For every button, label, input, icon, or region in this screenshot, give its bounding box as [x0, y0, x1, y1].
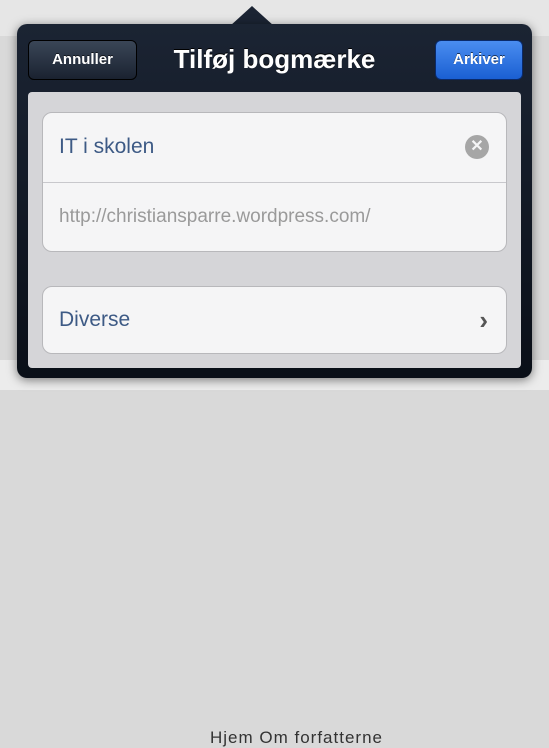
bookmark-folder-row[interactable]: Diverse › [43, 287, 506, 353]
popover-content: IT i skolen ✕ http://christiansparre.wor… [28, 92, 521, 368]
clear-icon[interactable]: ✕ [465, 135, 489, 159]
bookmark-title-field[interactable]: IT i skolen ✕ [43, 113, 506, 181]
bookmark-folder-group: Diverse › [42, 286, 507, 354]
bookmark-url-field[interactable]: http://christiansparre.wordpress.com/ [43, 182, 506, 250]
popover-arrow [230, 6, 274, 26]
bookmark-url-value: http://christiansparre.wordpress.com/ [59, 206, 371, 227]
bookmark-folder-label: Diverse [59, 308, 131, 331]
bookmark-fields-group: IT i skolen ✕ http://christiansparre.wor… [42, 112, 507, 252]
bookmark-title-value: IT i skolen [59, 135, 155, 158]
save-button[interactable]: Arkiver [435, 40, 523, 80]
background-page-text: Hjem Om forfatterne [210, 728, 383, 747]
cancel-button[interactable]: Annuller [28, 40, 137, 80]
chevron-right-icon: › [479, 305, 488, 335]
add-bookmark-popover: Tilføj bogmærke Annuller Arkiver IT i sk… [17, 24, 532, 378]
